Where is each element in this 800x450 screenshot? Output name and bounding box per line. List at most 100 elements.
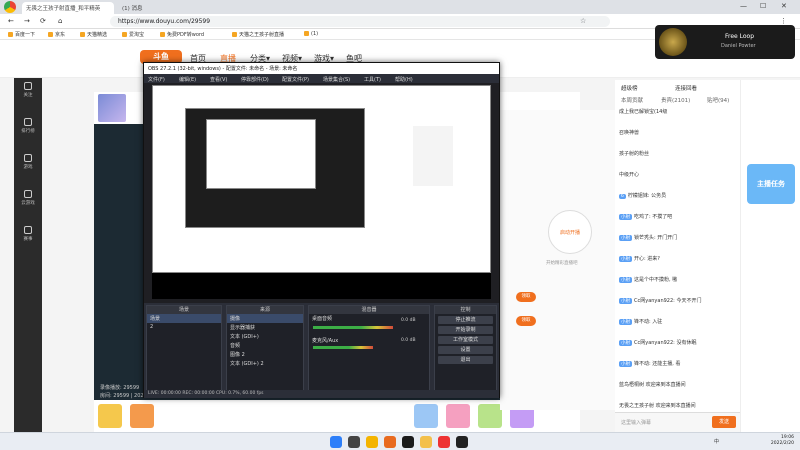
- chat-message[interactable]: 小射 锁芒秃头: 开门开门: [619, 234, 737, 246]
- forward-icon[interactable]: →: [24, 17, 30, 25]
- gift-item[interactable]: [130, 404, 154, 428]
- url-input[interactable]: https://www.douyu.com/29599: [110, 16, 610, 27]
- rail-cloud-game[interactable]: 云游戏: [14, 186, 42, 216]
- chat-text: 柠檬姐妹: 公务员: [627, 193, 667, 199]
- rail-ranking[interactable]: 排行榜: [14, 114, 42, 144]
- chat-message[interactable]: 孩子射的粉丝: [619, 150, 737, 162]
- bookmark-item[interactable]: 京东: [48, 31, 65, 38]
- minimize-button[interactable]: —: [740, 2, 747, 10]
- chat-text: Cc网yanyan922: 没有休眠: [634, 340, 697, 346]
- start-icon[interactable]: [330, 436, 342, 448]
- studio-mode-button[interactable]: 工作室模式: [438, 336, 493, 344]
- chat-message[interactable]: 蓝鸟梧桐树 欢迎来到本直播间: [619, 381, 737, 393]
- obs-menu-item[interactable]: 查看(V): [210, 76, 227, 83]
- chat-message[interactable]: 小射 Cc网yanyan922: 没有休眠: [619, 339, 737, 351]
- bookmark-item[interactable]: 爱淘宝: [122, 31, 144, 38]
- chat-header-2[interactable]: 连接回看: [675, 84, 697, 92]
- source-item[interactable]: 音频: [227, 341, 303, 350]
- douyu-icon[interactable]: [384, 436, 396, 448]
- exit-button[interactable]: 退出: [438, 356, 493, 364]
- controls-header: 控制: [435, 306, 496, 314]
- app-icon[interactable]: [456, 436, 468, 448]
- close-button[interactable]: ✕: [781, 2, 787, 10]
- source-item[interactable]: 摄像: [227, 314, 303, 323]
- maximize-button[interactable]: ☐: [760, 2, 766, 10]
- obs-icon[interactable]: [402, 436, 414, 448]
- start-record-button[interactable]: 开始录制: [438, 326, 493, 334]
- obs-preview[interactable]: [152, 85, 491, 299]
- ime-indicator[interactable]: 中: [714, 438, 719, 445]
- rail-event[interactable]: 赛事: [14, 222, 42, 252]
- scenes-dock: 场景 场景 2: [146, 305, 222, 391]
- obs-status-bar: LIVE: 00:00:00 REC: 00:00:00 CPU: 0.7%, …: [144, 390, 499, 398]
- chat-message[interactable]: 小射 锋不动: 入驻: [619, 318, 737, 330]
- refresh-icon[interactable]: ⟳: [40, 17, 46, 25]
- source-item[interactable]: 文本 (GDI+) 2: [227, 359, 303, 368]
- chat-message[interactable]: 小射 Cc网yanyan922: 今天不开门: [619, 297, 737, 309]
- start-live-button[interactable]: 启动开播: [548, 210, 592, 254]
- tab-tieba[interactable]: 贴吧(94): [707, 96, 729, 104]
- scene-item[interactable]: 2: [147, 323, 221, 331]
- chat-message[interactable]: 小射 这是个中不摸粉, 嗷: [619, 276, 737, 288]
- folder-icon[interactable]: [420, 436, 432, 448]
- chrome-icon[interactable]: [366, 436, 378, 448]
- rail-follow[interactable]: 关注: [14, 78, 42, 108]
- streamer-avatar[interactable]: [98, 94, 126, 122]
- obs-menu-item[interactable]: 工具(T): [364, 76, 381, 83]
- rail-label: 赛事: [23, 237, 33, 242]
- browser-logo-icon[interactable]: [4, 1, 16, 13]
- stop-stream-button[interactable]: 停止推流: [438, 316, 493, 324]
- source-item[interactable]: 文本 (GDI+): [227, 332, 303, 341]
- settings-button[interactable]: 设置: [438, 346, 493, 354]
- search-icon[interactable]: [348, 436, 360, 448]
- right-strip: 主播任务: [740, 80, 800, 432]
- source-item[interactable]: 显示器捕获: [227, 323, 303, 332]
- chat-message[interactable]: 小射 吃鸡了: 不摸了吧: [619, 213, 737, 225]
- tab-vip[interactable]: 贵宾(2101): [661, 96, 690, 104]
- obs-menu-item[interactable]: 场景集合(S): [323, 76, 350, 83]
- source-item[interactable]: 图像 2: [227, 350, 303, 359]
- claim-button[interactable]: 领取: [516, 292, 536, 302]
- obs-menu-item[interactable]: 配置文件(P): [282, 76, 309, 83]
- game-icon: [24, 154, 32, 162]
- star-icon[interactable]: ☆: [580, 17, 586, 25]
- task-banner[interactable]: 主播任务: [747, 164, 795, 204]
- user-badge: 小射: [619, 298, 632, 304]
- chat-message[interactable]: 小射 开心: 进来?: [619, 255, 737, 267]
- chat-text: 召唤神兽: [619, 130, 640, 136]
- bookmark-item[interactable]: (1): [304, 31, 318, 37]
- obs-menu-item[interactable]: 停靠部件(D): [241, 76, 269, 83]
- tab-weekly[interactable]: 本周贡献: [621, 96, 643, 104]
- gift-item[interactable]: [446, 404, 470, 428]
- tab-messages[interactable]: (1) 消息: [118, 2, 178, 14]
- gift-item[interactable]: [98, 404, 122, 428]
- chat-message[interactable]: 小射 锋不动: 还能主播, 看: [619, 360, 737, 372]
- obs-menu-item[interactable]: 编辑(E): [179, 76, 196, 83]
- bookmark-item[interactable]: 天猫精选: [80, 31, 107, 38]
- bookmark-item[interactable]: 天猫之王孩子射直播: [232, 31, 284, 38]
- bookmark-item[interactable]: 百度一下: [8, 31, 35, 38]
- home-icon[interactable]: ⌂: [58, 17, 62, 25]
- rail-label: 关注: [23, 93, 33, 98]
- bookmark-item[interactable]: 免费PDF转word: [160, 31, 204, 38]
- gift-item[interactable]: [414, 404, 438, 428]
- scene-item[interactable]: 场景: [147, 314, 221, 323]
- rail-game[interactable]: 游戏: [14, 150, 42, 180]
- now-playing-toast[interactable]: Free Loop Daniel Powter: [655, 25, 795, 59]
- back-icon[interactable]: ←: [8, 17, 14, 25]
- preview-capture: [152, 85, 491, 273]
- chat-message[interactable]: 召唤神兽: [619, 129, 737, 141]
- music-icon[interactable]: [438, 436, 450, 448]
- chat-message[interactable]: 6 柠檬姐妹: 公务员: [619, 192, 737, 204]
- gift-item[interactable]: [478, 404, 502, 428]
- claim-button[interactable]: 领取: [516, 316, 536, 326]
- tab-douyu[interactable]: 无畏之王孩子射直播_和平精英: [22, 2, 114, 14]
- obs-menu-item[interactable]: 帮助(H): [395, 76, 413, 83]
- menu-icon[interactable]: ⋮: [780, 17, 787, 25]
- clock[interactable]: 19:06 2022/2/20: [771, 435, 794, 447]
- chat-message[interactable]: 中级开心: [619, 171, 737, 183]
- obs-menu-item[interactable]: 文件(F): [148, 76, 165, 83]
- tab-label: 无畏之王孩子射直播_和平精英: [26, 6, 101, 12]
- send-button[interactable]: 发送: [712, 416, 736, 428]
- chat-message[interactable]: 成上我已解锁宝(14级: [619, 108, 737, 120]
